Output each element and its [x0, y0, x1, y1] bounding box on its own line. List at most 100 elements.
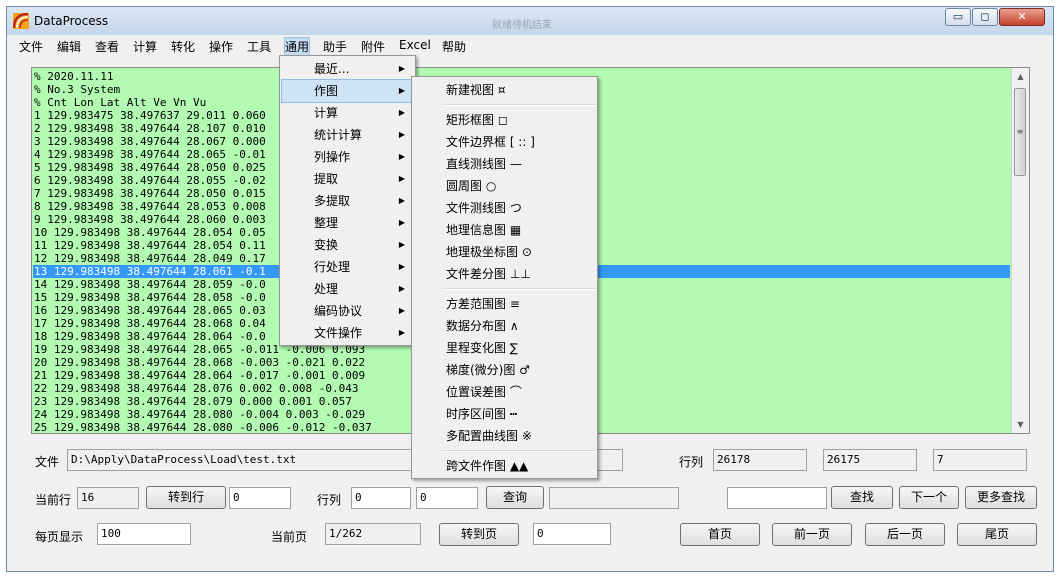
- find-button[interactable]: 查找: [831, 486, 893, 509]
- scroll-thumb[interactable]: ≡: [1014, 88, 1026, 176]
- tools-menu-item[interactable]: 作图 ▶: [281, 79, 414, 103]
- prev-page-button[interactable]: 前一页: [772, 523, 852, 546]
- plot-menu-item[interactable]: 新建视图 ¤: [414, 79, 595, 101]
- plot-menu-item[interactable]: 位置误差图 ⌒: [414, 381, 595, 403]
- text-line[interactable]: 4 129.983498 38.497644 28.065 -0.01: [34, 148, 266, 161]
- menu-item-label: 文件边界框 [ :: ]: [446, 135, 535, 149]
- text-line[interactable]: 25 129.983498 38.497644 28.080 -0.006 -0…: [34, 421, 372, 433]
- plot-menu-item[interactable]: 地理信息图 ▦: [414, 219, 595, 241]
- menu-tools[interactable]: 工具: [247, 38, 271, 55]
- vertical-scrollbar[interactable]: ▲ ≡ ▼: [1011, 68, 1029, 433]
- submenu-arrow-icon: ▶: [398, 306, 405, 315]
- text-line[interactable]: 20 129.983498 38.497644 28.068 -0.003 -0…: [34, 356, 365, 369]
- text-line[interactable]: 1 129.983475 38.497637 29.011 0.060: [34, 109, 266, 122]
- minimize-button[interactable]: ▭: [945, 8, 971, 26]
- tools-menu-item[interactable]: 处理 ▶: [282, 278, 413, 300]
- goto-row-input[interactable]: 0: [229, 487, 291, 509]
- plot-menu-item[interactable]: 矩形框图 ◻: [414, 109, 595, 131]
- tools-menu-item[interactable]: 统计计算 ▶: [282, 124, 413, 146]
- tools-menu-item[interactable]: 编码协议 ▶: [282, 300, 413, 322]
- menu-convert[interactable]: 转化: [171, 38, 195, 55]
- query-col-input[interactable]: 0: [416, 487, 478, 509]
- text-line[interactable]: 7 129.983498 38.497644 28.050 0.015: [34, 187, 266, 200]
- tools-menu-item[interactable]: 计算 ▶: [282, 102, 413, 124]
- query-row-input[interactable]: 0: [351, 487, 411, 509]
- text-line[interactable]: 12 129.983498 38.497644 28.049 0.17: [34, 252, 266, 265]
- last-page-button[interactable]: 尾页: [957, 523, 1037, 546]
- menu-edit[interactable]: 编辑: [57, 38, 81, 55]
- menu-compute[interactable]: 计算: [133, 38, 157, 55]
- query-button[interactable]: 查询: [486, 486, 544, 509]
- per-page-input[interactable]: 100: [97, 523, 191, 545]
- title-bar[interactable]: DataProcess 就绪待机结束 ▭ ◻ ✕: [7, 7, 1053, 35]
- menu-assistant[interactable]: 助手: [323, 38, 347, 55]
- goto-row-button[interactable]: 转到行: [146, 486, 226, 509]
- text-line[interactable]: % 2020.11.11: [34, 70, 113, 83]
- menu-general[interactable]: 通用: [283, 37, 311, 56]
- text-line[interactable]: 18 129.983498 38.497644 28.064 -0.0: [34, 330, 266, 343]
- find-next-button[interactable]: 下一个: [899, 486, 959, 509]
- menu-help[interactable]: 帮助: [442, 38, 466, 55]
- next-page-button[interactable]: 后一页: [865, 523, 945, 546]
- general-dropdown-menu: 最近... ▶ 作图 ▶ 计算 ▶ 统计计算 ▶ 列操作 ▶ 提取 ▶ 多提取 ▶ 整理 ▶ 变换 ▶ 行处理 ▶ 处理…: [279, 55, 416, 346]
- menu-file[interactable]: 文件: [19, 38, 43, 55]
- plot-menu-item[interactable]: 文件测线图 つ: [414, 197, 595, 219]
- text-line[interactable]: 14 129.983498 38.497644 28.059 -0.0: [34, 278, 266, 291]
- text-line[interactable]: 5 129.983498 38.497644 28.050 0.025: [34, 161, 266, 174]
- menu-view[interactable]: 查看: [95, 38, 119, 55]
- plot-menu-item[interactable]: 时序区间图 ┅: [414, 403, 595, 425]
- text-line[interactable]: 17 129.983498 38.497644 28.068 0.04: [34, 317, 266, 330]
- goto-page-input[interactable]: 0: [533, 523, 611, 545]
- plot-menu-item[interactable]: 里程变化图 ∑: [414, 337, 595, 359]
- plot-menu-item[interactable]: 梯度(微分)图 ♂: [414, 359, 595, 381]
- goto-page-button[interactable]: 转到页: [439, 523, 519, 546]
- plot-menu-item[interactable]: 圆周图 ○: [414, 175, 595, 197]
- text-line[interactable]: 3 129.983498 38.497644 28.067 0.000: [34, 135, 266, 148]
- menu-excel[interactable]: Excel: [399, 38, 431, 52]
- text-line[interactable]: 21 129.983498 38.497644 28.064 -0.017 -0…: [34, 369, 365, 382]
- scroll-up-arrow-icon[interactable]: ▲: [1012, 68, 1029, 85]
- plot-menu-item[interactable]: 地理极坐标图 ⊙: [414, 241, 595, 263]
- text-line[interactable]: 2 129.983498 38.497644 28.107 0.010: [34, 122, 266, 135]
- tools-menu-item[interactable]: 多提取 ▶: [282, 190, 413, 212]
- text-line[interactable]: 22 129.983498 38.497644 28.076 0.002 0.0…: [34, 382, 359, 395]
- tools-menu-item[interactable]: 整理 ▶: [282, 212, 413, 234]
- plot-menu-item[interactable]: 方差范围图 ≡: [414, 293, 595, 315]
- menu-operate[interactable]: 操作: [209, 38, 233, 55]
- menu-attachment[interactable]: 附件: [361, 38, 385, 55]
- text-line[interactable]: 13 129.983498 38.497644 28.061 -0.1: [34, 265, 266, 278]
- window-status-title: 就绪待机结束: [492, 20, 552, 31]
- text-line[interactable]: 6 129.983498 38.497644 28.055 -0.02: [34, 174, 266, 187]
- text-line[interactable]: 10 129.983498 38.497644 28.054 0.05: [34, 226, 266, 239]
- text-line[interactable]: 23 129.983498 38.497644 28.079 0.000 0.0…: [34, 395, 352, 408]
- text-line[interactable]: % Cnt Lon Lat Alt Ve Vn Vu: [34, 96, 206, 109]
- tools-menu-item[interactable]: 列操作 ▶: [282, 146, 413, 168]
- tools-menu-item[interactable]: 文件操作 ▶: [282, 322, 413, 344]
- plot-menu-item[interactable]: 文件边界框 [ :: ]: [414, 131, 595, 153]
- text-line[interactable]: 9 129.983498 38.497644 28.060 0.003: [34, 213, 266, 226]
- menu-item-label: 列操作: [314, 150, 351, 164]
- plot-menu-item[interactable]: 文件差分图 ⊥⊥: [414, 263, 595, 285]
- find-text-input[interactable]: [727, 487, 827, 509]
- text-line[interactable]: % No.3 System: [34, 83, 120, 96]
- tools-menu-item[interactable]: 提取 ▶: [282, 168, 413, 190]
- text-line[interactable]: 16 129.983498 38.497644 28.065 0.03: [34, 304, 266, 317]
- first-page-button[interactable]: 首页: [680, 523, 760, 546]
- scroll-down-arrow-icon[interactable]: ▼: [1012, 416, 1029, 433]
- plot-menu-item[interactable]: 多配置曲线图 ※: [414, 425, 595, 447]
- maximize-button[interactable]: ◻: [972, 8, 998, 26]
- maximize-icon: ◻: [980, 10, 990, 23]
- close-button[interactable]: ✕: [999, 8, 1045, 26]
- text-line[interactable]: 8 129.983498 38.497644 28.053 0.008: [34, 200, 266, 213]
- plot-menu-item[interactable]: 跨文件作图 ▲▲: [414, 455, 595, 477]
- tools-menu-item[interactable]: 行处理 ▶: [282, 256, 413, 278]
- text-line[interactable]: 24 129.983498 38.497644 28.080 -0.004 0.…: [34, 408, 365, 421]
- plot-menu-item[interactable]: 数据分布图 ∧: [414, 315, 595, 337]
- text-line[interactable]: 15 129.983498 38.497644 28.058 -0.0: [34, 291, 266, 304]
- text-line[interactable]: 11 129.983498 38.497644 28.054 0.11: [34, 239, 266, 252]
- plot-menu-item[interactable]: 直线测线图 —: [414, 153, 595, 175]
- tools-menu-item[interactable]: 变换 ▶: [282, 234, 413, 256]
- menu-item-label: 地理极坐标图 ⊙: [446, 245, 532, 259]
- more-find-button[interactable]: 更多查找: [965, 486, 1037, 509]
- tools-menu-item[interactable]: 最近... ▶: [282, 58, 413, 80]
